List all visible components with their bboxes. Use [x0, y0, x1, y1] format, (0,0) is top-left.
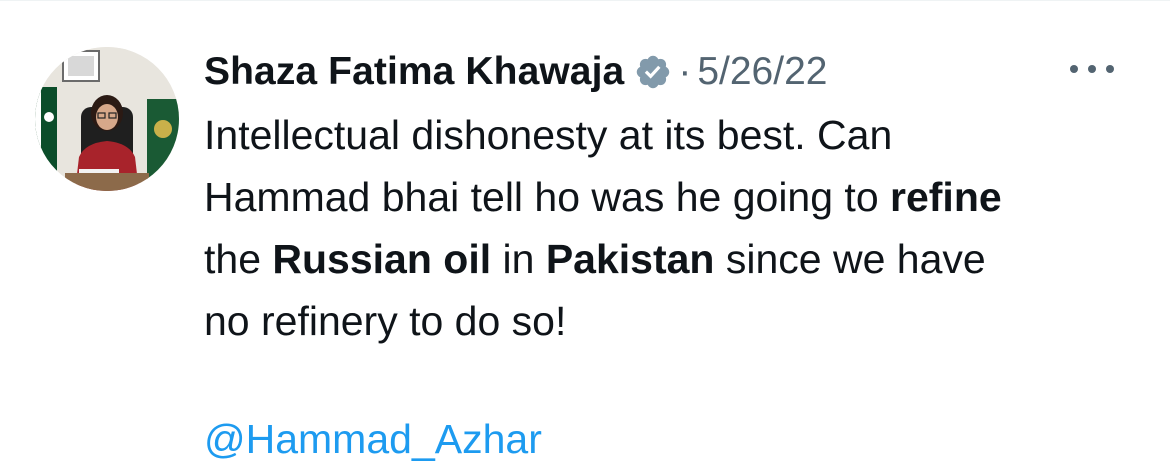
more-options-icon[interactable] — [1070, 62, 1114, 76]
more-dot — [1088, 65, 1096, 73]
tweet-text-line: no refinery to do so! — [204, 290, 1154, 352]
tweet-text-line: Hammad bhai tell ho was he going to refi… — [204, 166, 1154, 228]
tweet-header: Shaza Fatima Khawaja · 5/26/22 — [204, 44, 827, 100]
bold-text: refine — [890, 174, 1002, 220]
separator-dot: · — [678, 50, 692, 93]
author-name[interactable]: Shaza Fatima Khawaja — [204, 50, 624, 94]
text-segment: the — [204, 236, 273, 282]
tweet-text: Intellectual dishonesty at its best. Can… — [204, 104, 1154, 352]
text-segment: Intellectual dishonesty at its best. Can — [204, 112, 893, 158]
tweet-text-line: Intellectual dishonesty at its best. Can — [204, 104, 1154, 166]
bold-text: Russian oil — [272, 236, 492, 282]
more-dot — [1070, 65, 1078, 73]
text-segment: no refinery to do so! — [204, 298, 567, 344]
top-divider — [0, 0, 1170, 1]
text-segment: Hammad bhai tell ho was he going to — [204, 174, 891, 220]
tweet-card[interactable]: Shaza Fatima Khawaja · 5/26/22 Intellect… — [0, 0, 1170, 468]
more-dot — [1106, 65, 1114, 73]
avatar[interactable] — [35, 47, 179, 191]
tweet-date[interactable]: 5/26/22 — [697, 50, 827, 94]
tweet-text-line: the Russian oil in Pakistan since we hav… — [204, 228, 1154, 290]
avatar-image — [35, 47, 179, 191]
text-segment: since we have — [714, 236, 986, 282]
verified-badge-icon — [634, 53, 672, 91]
text-segment: in — [491, 236, 546, 282]
bold-text: Pakistan — [545, 236, 715, 282]
mention-link[interactable]: @Hammad_Azhar — [204, 408, 542, 470]
